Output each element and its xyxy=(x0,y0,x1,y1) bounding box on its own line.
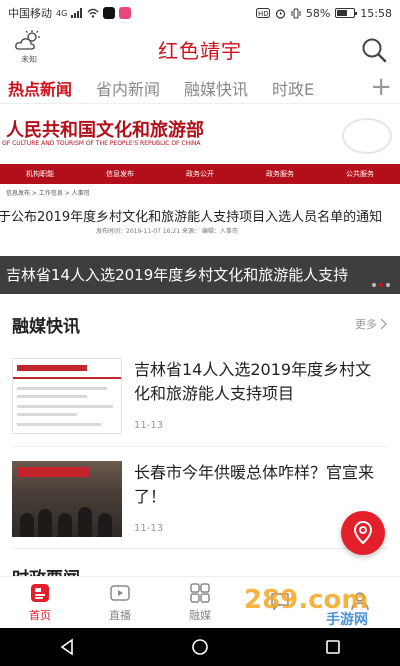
news-title: 长春市今年供暖总体咋样？官宣来了！ xyxy=(134,463,375,506)
carousel-dot xyxy=(372,283,376,287)
watermark-sub: 手游网 xyxy=(326,611,368,626)
wifi-icon xyxy=(87,8,99,18)
weather-cloud-icon xyxy=(15,30,40,50)
category-tabs: 热点新闻 省内新闻 融媒快讯 时政E + xyxy=(0,72,400,104)
more-label: 更多 xyxy=(355,318,377,331)
signal-icon xyxy=(71,8,83,18)
live-icon xyxy=(110,585,130,601)
section-header: 融媒快讯 更多 xyxy=(0,308,400,340)
tab-hot-news[interactable]: 热点新闻 xyxy=(8,76,72,100)
thumb-doc-line xyxy=(17,413,77,416)
hd-icon: HD xyxy=(255,8,270,18)
news-title: 吉林省14人入选2019年度乡村文化和旅游能人支持项目 xyxy=(134,360,372,403)
next-section-title: 时政要闻 xyxy=(12,564,80,576)
carousel-dot xyxy=(379,283,383,287)
thumb-photo-person xyxy=(58,513,72,537)
app-title: 红色靖宇 xyxy=(158,38,242,63)
banner-nav-strip: 机构职能 信息发布 政务公开 政务服务 公共服务 xyxy=(0,164,400,184)
system-navigation-bar xyxy=(0,628,400,666)
tab-media-flash[interactable]: 融媒快讯 xyxy=(184,76,248,100)
banner-nav-item: 公共服务 xyxy=(346,170,374,178)
banner-caption: 吉林省14人入选2019年度乡村文化和旅游能人支持 xyxy=(6,266,349,284)
grid-icon xyxy=(190,583,210,603)
svg-text:HD: HD xyxy=(258,10,269,18)
recents-icon[interactable] xyxy=(324,638,342,656)
clock: 15:58 xyxy=(360,6,392,20)
location-pin-icon xyxy=(353,521,373,545)
carousel-indicators xyxy=(372,283,390,287)
thumb-doc-title xyxy=(17,365,87,371)
battery-percent: 58% xyxy=(305,6,331,20)
add-tab-button[interactable]: + xyxy=(360,74,392,100)
banner-carousel[interactable]: 人民共和国文化和旅游部 OF CULTURE AND TOURISM OF TH… xyxy=(0,106,400,294)
banner-nav-item: 政务公开 xyxy=(186,170,214,178)
vibrate-icon xyxy=(291,8,301,18)
tab-provincial-news[interactable]: 省内新闻 xyxy=(96,76,160,100)
search-icon xyxy=(362,38,387,63)
status-bar: 中国移动 4G HD 58% 15:58 xyxy=(0,0,400,26)
banner-meta: 发布时间：2019-11-07 16:21 来源： 编辑：人事司 xyxy=(96,228,238,235)
thumb-photo-person xyxy=(20,513,34,537)
network-label: 4G xyxy=(56,8,68,18)
banner-nav-item: 政务服务 xyxy=(266,170,294,178)
news-date: 11-13 xyxy=(134,420,164,431)
weather-label: 未知 xyxy=(21,55,37,64)
back-icon[interactable] xyxy=(58,638,76,656)
section-title: 融媒快讯 xyxy=(12,316,80,337)
battery-icon xyxy=(335,8,358,18)
watermark-brand: 289.com xyxy=(244,585,369,615)
bottom-tab-live[interactable]: 直播 xyxy=(80,577,160,628)
thumb-doc-line xyxy=(17,405,113,408)
bottom-tab-media[interactable]: 融媒 xyxy=(160,577,240,628)
thumb-photo-person xyxy=(78,507,92,537)
thumb-photo-person xyxy=(98,513,112,537)
carrier-label: 中国移动 xyxy=(8,7,52,20)
news-thumbnail xyxy=(12,461,122,537)
thumb-doc-line xyxy=(17,387,107,390)
site-watermark: 289.com 手游网 xyxy=(244,585,369,626)
tiktok-app-icon xyxy=(103,7,116,19)
chevron-right-icon xyxy=(380,318,387,330)
news-item[interactable]: 长春市今年供暖总体咋样？官宣来了！ 11-13 xyxy=(12,461,388,551)
thumb-photo-person xyxy=(38,509,52,537)
banner-ministry-name: 人民共和国文化和旅游部 xyxy=(6,120,204,141)
bottom-tab-home[interactable]: 首页 xyxy=(0,577,80,628)
bottom-tab-label: 直播 xyxy=(109,609,131,622)
bottom-tab-label: 首页 xyxy=(29,609,51,622)
news-item[interactable]: 吉林省14人入选2019年度乡村文化和旅游能人支持项目 11-13 xyxy=(12,358,388,448)
banner-ministry-en: OF CULTURE AND TOURISM OF THE PEOPLE'S R… xyxy=(2,140,201,147)
banner-headline: 于公布2019年度乡村文化和旅游能人支持项目入选人员名单的通知 xyxy=(0,210,383,225)
banner-nav-item: 信息发布 xyxy=(106,170,134,178)
thumb-photo-banner xyxy=(18,467,90,477)
weather-widget[interactable]: 未知 xyxy=(12,30,46,65)
search-button[interactable] xyxy=(360,36,388,64)
more-link[interactable]: 更多 xyxy=(355,316,388,332)
carousel-dot xyxy=(386,283,390,287)
news-thumbnail xyxy=(12,358,122,434)
divider xyxy=(12,446,388,447)
thumb-doc-line xyxy=(17,395,87,398)
globe-logo xyxy=(342,118,392,154)
app-header: 未知 红色靖宇 xyxy=(0,26,400,72)
thumb-doc-rule xyxy=(13,377,121,379)
tab-politics[interactable]: 时政E xyxy=(272,76,314,100)
banner-nav-item: 机构职能 xyxy=(26,170,54,178)
home-circle-icon[interactable] xyxy=(191,638,209,656)
banner-breadcrumb: 信息发布 > 工作信息 > 人事司 xyxy=(6,190,90,197)
alarm-icon xyxy=(275,8,285,19)
bottom-tab-label: 融媒 xyxy=(189,609,211,622)
notification-app-icon xyxy=(119,7,132,19)
news-date: 11-13 xyxy=(134,523,164,534)
divider xyxy=(12,548,388,549)
thumb-doc-line xyxy=(17,423,101,426)
location-fab-button[interactable] xyxy=(341,511,385,555)
home-icon xyxy=(31,584,49,602)
